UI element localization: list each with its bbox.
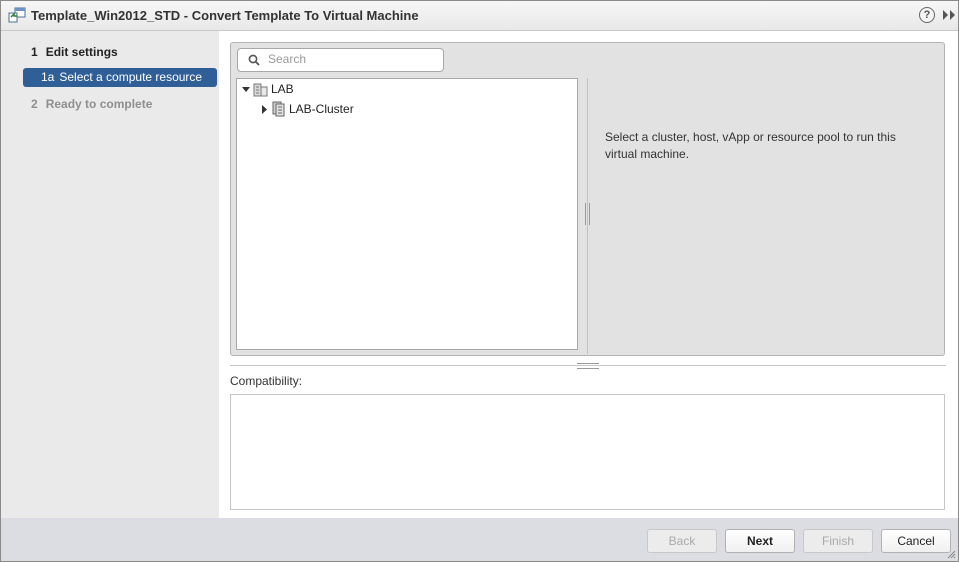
tree-item-label: LAB-Cluster (289, 102, 354, 116)
resize-grip-icon[interactable] (946, 549, 956, 559)
back-button[interactable]: Back (647, 529, 717, 553)
expand-arrow-icon[interactable] (259, 100, 271, 118)
tree-item-lab[interactable]: LAB (241, 80, 294, 98)
template-convert-icon (8, 7, 26, 23)
compatibility-panel (230, 394, 945, 510)
inventory-tree: LAB LAB-Cluster (236, 78, 578, 350)
double-chevron-right-icon[interactable] (942, 9, 956, 21)
dialog-title: Template_Win2012_STD - Convert Template … (31, 8, 419, 23)
step-label: Select a compute resource (59, 70, 203, 84)
search-box[interactable] (237, 48, 444, 72)
dialog-footer: Back Next Finish Cancel (1, 518, 958, 561)
collapse-arrow-icon[interactable] (241, 80, 253, 98)
step-number: 1 (31, 45, 38, 59)
step-label: Ready to complete (45, 97, 153, 111)
tree-item-label: LAB (271, 82, 294, 96)
step-select-compute-resource[interactable]: 1a Select a compute resource (23, 68, 217, 87)
wizard-steps-nav: 1 Edit settings 1a Select a compute resour… (1, 31, 219, 518)
splitter-handle[interactable] (577, 363, 599, 369)
step-ready-to-complete: 2 Ready to complete (31, 97, 152, 111)
search-input[interactable] (268, 50, 438, 68)
step-number: 2 (31, 97, 38, 111)
step-number: 1a (41, 70, 55, 84)
cluster-icon (271, 101, 287, 117)
compute-resource-panel: LAB LAB-Cluster Select a cluster, (230, 42, 945, 356)
splitter-handle[interactable] (585, 203, 590, 225)
step-label: Edit settings (45, 45, 118, 59)
compatibility-label: Compatibility: (230, 374, 303, 388)
selection-hint: Select a cluster, host, vApp or resource… (605, 130, 896, 161)
help-icon[interactable]: ? (919, 7, 935, 23)
finish-button[interactable]: Finish (803, 529, 873, 553)
step-edit-settings[interactable]: 1 Edit settings (31, 45, 118, 59)
title-bar: Template_Win2012_STD - Convert Template … (1, 1, 958, 31)
search-icon (248, 54, 260, 66)
cancel-button[interactable]: Cancel (881, 529, 951, 553)
wizard-dialog: Template_Win2012_STD - Convert Template … (0, 0, 959, 562)
tree-item-lab-cluster[interactable]: LAB-Cluster (259, 100, 354, 118)
next-button[interactable]: Next (725, 529, 795, 553)
datacenter-icon (253, 81, 269, 97)
